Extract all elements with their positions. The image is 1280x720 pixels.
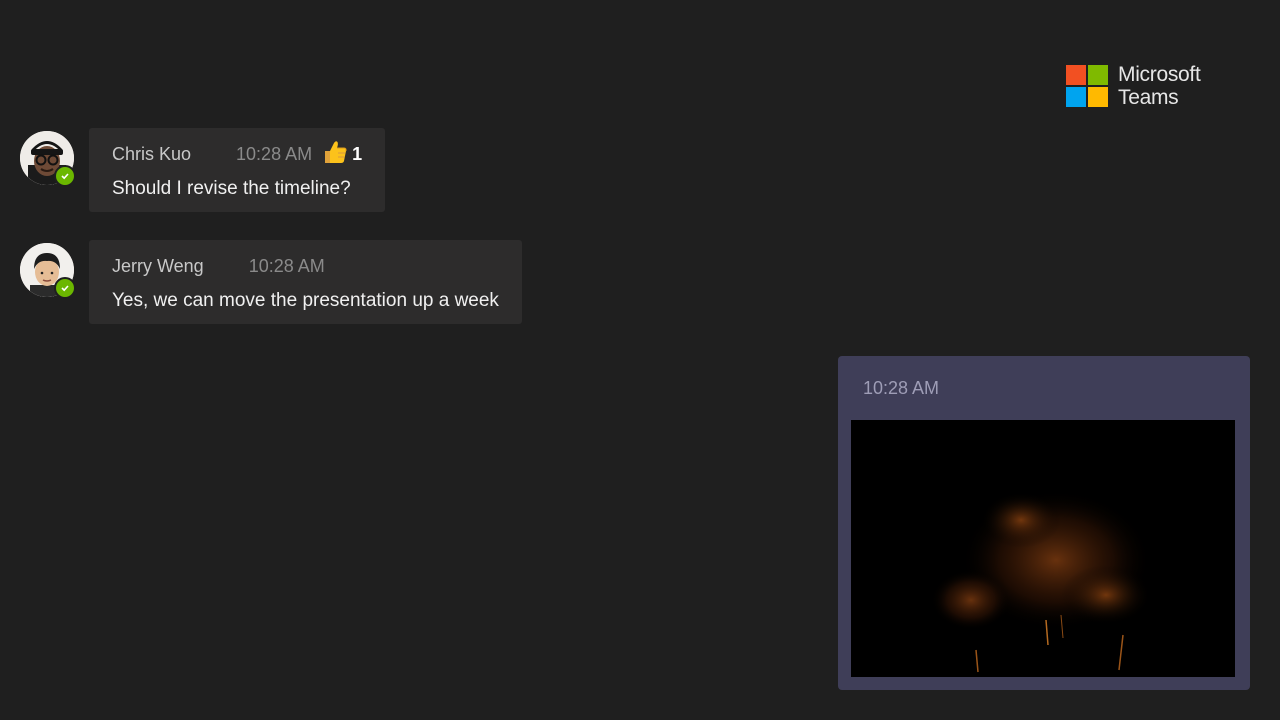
avatar[interactable] <box>20 131 76 187</box>
brand-name-line2: Teams <box>1118 86 1179 109</box>
microsoft-teams-logo: Microsoft Teams <box>1066 63 1201 109</box>
message-text: Should I revise the timeline? <box>112 178 351 199</box>
message-time: 10:28 AM <box>236 143 313 164</box>
video-frame-image <box>851 420 1235 677</box>
presence-available-icon <box>54 165 76 187</box>
reaction-count: 1 <box>352 143 363 164</box>
message-text: Yes, we can move the presentation up a w… <box>112 290 499 311</box>
message-author[interactable]: Chris Kuo <box>112 144 191 165</box>
message-bubble[interactable]: Jerry Weng 10:28 AM Yes, we can move the… <box>89 240 522 324</box>
self-message-bubble[interactable]: 10:28 AM <box>838 356 1250 690</box>
presence-available-icon <box>54 277 76 299</box>
message-time: 10:28 AM <box>248 255 325 276</box>
message-header: Chris Kuo 10:28 AM 1 <box>112 140 362 165</box>
thumbs-up-icon <box>322 139 348 170</box>
avatar[interactable] <box>20 243 76 299</box>
reaction-badge[interactable]: 1 <box>322 139 362 170</box>
brand-name-line1: Microsoft <box>1118 63 1201 86</box>
message-author[interactable]: Jerry Weng <box>112 256 204 277</box>
message-header: Jerry Weng 10:28 AM <box>112 255 499 277</box>
video-attachment[interactable] <box>851 420 1235 677</box>
chat-message: Chris Kuo 10:28 AM 1 Should I revise the… <box>20 128 386 212</box>
message-bubble[interactable]: Chris Kuo 10:28 AM 1 Should I revise the… <box>89 128 386 212</box>
brand-text: Microsoft Teams <box>1118 63 1201 109</box>
microsoft-logo-icon <box>1066 65 1108 107</box>
message-time: 10:28 AM <box>863 378 940 398</box>
chat-message: Jerry Weng 10:28 AM Yes, we can move the… <box>20 240 522 324</box>
